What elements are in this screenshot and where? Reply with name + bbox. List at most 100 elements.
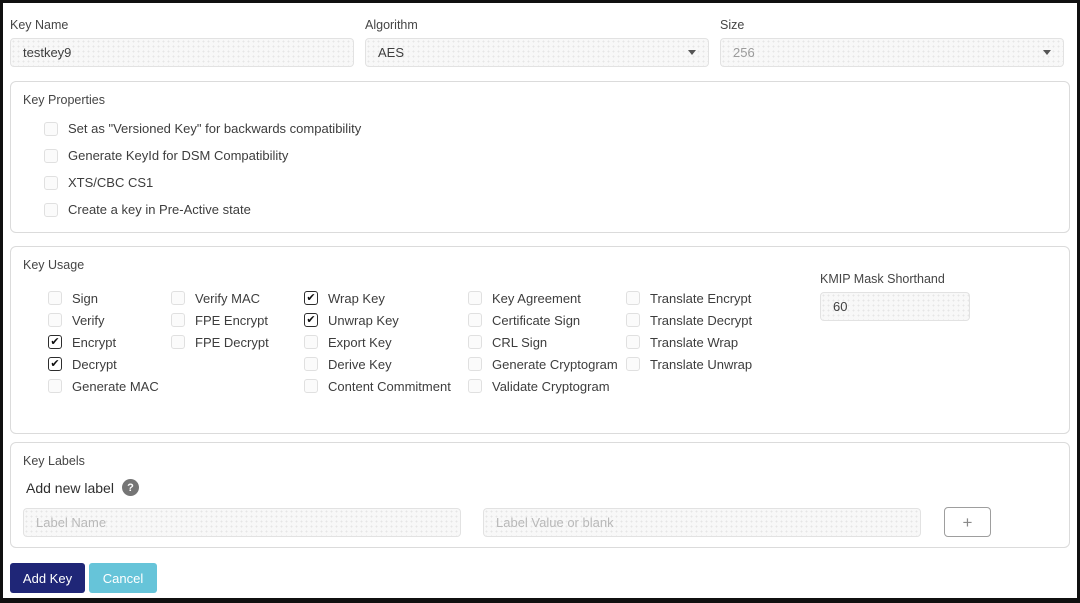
- kmip-mask-group: KMIP Mask Shorthand: [820, 272, 970, 321]
- checkbox-crl-sign[interactable]: CRL Sign: [468, 334, 626, 350]
- checkbox-xts-cbc-cs1[interactable]: XTS/CBC CS1: [44, 174, 1057, 191]
- checkbox-label: XTS/CBC CS1: [68, 175, 153, 190]
- checkbox-encrypt[interactable]: ✔Encrypt: [48, 334, 171, 350]
- checkbox-label: Decrypt: [72, 357, 117, 372]
- key-name-label: Key Name: [10, 18, 354, 32]
- checkbox-generate-cryptogram[interactable]: Generate Cryptogram: [468, 356, 626, 372]
- key-usage-section: Key Usage SignVerify✔Encrypt✔DecryptGene…: [10, 246, 1070, 434]
- checkbox-certificate-sign[interactable]: Certificate Sign: [468, 312, 626, 328]
- checked-checkbox-icon[interactable]: ✔: [48, 357, 62, 371]
- unchecked-checkbox-icon[interactable]: [304, 357, 318, 371]
- unchecked-checkbox-icon[interactable]: [626, 313, 640, 327]
- algorithm-dropdown[interactable]: AES: [365, 38, 709, 67]
- checkbox-validate-cryptogram[interactable]: Validate Cryptogram: [468, 378, 626, 394]
- checkbox-label: Generate KeyId for DSM Compatibility: [68, 148, 288, 163]
- checked-checkbox-icon[interactable]: ✔: [304, 313, 318, 327]
- checkbox-translate-unwrap[interactable]: Translate Unwrap: [626, 356, 766, 372]
- algorithm-label: Algorithm: [365, 18, 709, 32]
- label-value-input[interactable]: [483, 508, 921, 537]
- algorithm-selected-value: AES: [378, 45, 688, 60]
- checkbox-sign[interactable]: Sign: [48, 290, 171, 306]
- size-dropdown[interactable]: 256: [720, 38, 1064, 67]
- checkbox-fpe-encrypt[interactable]: FPE Encrypt: [171, 312, 304, 328]
- checkbox-label: Wrap Key: [328, 291, 385, 306]
- unchecked-checkbox-icon[interactable]: [48, 313, 62, 327]
- unchecked-checkbox-icon[interactable]: [44, 176, 58, 190]
- top-fields-row: Key Name Algorithm AES Size 256: [10, 18, 1070, 67]
- checkbox-label: Content Commitment: [328, 379, 451, 394]
- unchecked-checkbox-icon[interactable]: [44, 122, 58, 136]
- unchecked-checkbox-icon[interactable]: [468, 291, 482, 305]
- unchecked-checkbox-icon[interactable]: [44, 149, 58, 163]
- checkbox-create-a-key-in-pre-active-state[interactable]: Create a key in Pre-Active state: [44, 201, 1057, 218]
- checkbox-key-agreement[interactable]: Key Agreement: [468, 290, 626, 306]
- checkbox-label: Set as "Versioned Key" for backwards com…: [68, 121, 361, 136]
- unchecked-checkbox-icon[interactable]: [626, 357, 640, 371]
- label-inputs-row: +: [23, 507, 1057, 537]
- size-field-group: Size 256: [720, 18, 1064, 67]
- checkbox-label: Generate MAC: [72, 379, 159, 394]
- checkbox-decrypt[interactable]: ✔ Decrypt: [48, 356, 171, 372]
- checkbox-export-key[interactable]: Export Key: [304, 334, 468, 350]
- unchecked-checkbox-icon[interactable]: [44, 203, 58, 217]
- kmip-mask-label: KMIP Mask Shorthand: [820, 272, 970, 286]
- checkbox-translate-encrypt[interactable]: Translate Encrypt: [626, 290, 766, 306]
- add-label-button[interactable]: +: [944, 507, 991, 537]
- checkbox-generate-mac[interactable]: Generate MAC: [48, 378, 171, 394]
- checkbox-generate-keyid-for-dsm-compatibility[interactable]: Generate KeyId for DSM Compatibility: [44, 147, 1057, 164]
- add-new-label-text: Add new label: [26, 480, 114, 496]
- key-usage-column-3: ✔ Wrap Key ✔ Unwrap Key Export Key Derive Key…: [304, 290, 468, 400]
- help-question-icon[interactable]: ?: [122, 479, 139, 496]
- unchecked-checkbox-icon[interactable]: [626, 291, 640, 305]
- checkbox-label: Generate Cryptogram: [492, 357, 618, 372]
- checkbox-translate-decrypt[interactable]: Translate Decrypt: [626, 312, 766, 328]
- checkbox-fpe-decrypt[interactable]: FPE Decrypt: [171, 334, 304, 350]
- checkbox-label: CRL Sign: [492, 335, 547, 350]
- cancel-button[interactable]: Cancel: [89, 563, 157, 593]
- unchecked-checkbox-icon[interactable]: [304, 379, 318, 393]
- checkbox-label: Key Agreement: [492, 291, 581, 306]
- unchecked-checkbox-icon[interactable]: [468, 313, 482, 327]
- checkbox-label: Verify: [72, 313, 105, 328]
- checkbox-label: Export Key: [328, 335, 392, 350]
- key-name-input[interactable]: [10, 38, 354, 67]
- unchecked-checkbox-icon[interactable]: [48, 379, 62, 393]
- checkbox-label: Unwrap Key: [328, 313, 399, 328]
- checkbox-label: Sign: [72, 291, 98, 306]
- unchecked-checkbox-icon[interactable]: [468, 357, 482, 371]
- unchecked-checkbox-icon[interactable]: [626, 335, 640, 349]
- checkbox-translate-wrap[interactable]: Translate Wrap: [626, 334, 766, 350]
- checkbox-verify[interactable]: Verify: [48, 312, 171, 328]
- create-key-form: Key Name Algorithm AES Size 256 Key Prop…: [0, 0, 1080, 603]
- key-usage-title: Key Usage: [23, 258, 1057, 272]
- add-key-button[interactable]: Add Key: [10, 563, 85, 593]
- unchecked-checkbox-icon[interactable]: [468, 379, 482, 393]
- checkbox-derive-key[interactable]: Derive Key: [304, 356, 468, 372]
- checkbox-label: Create a key in Pre-Active state: [68, 202, 251, 217]
- unchecked-checkbox-icon[interactable]: [48, 291, 62, 305]
- key-usage-columns: SignVerify✔Encrypt✔DecryptGenerate MAC V…: [48, 290, 766, 400]
- unchecked-checkbox-icon[interactable]: [171, 335, 185, 349]
- kmip-mask-input[interactable]: [820, 292, 970, 321]
- label-name-input[interactable]: [23, 508, 461, 537]
- checkbox-wrap-key[interactable]: ✔ Wrap Key: [304, 290, 468, 306]
- checked-checkbox-icon[interactable]: ✔: [304, 291, 318, 305]
- checkbox-label: Certificate Sign: [492, 313, 580, 328]
- checkbox-label: Validate Cryptogram: [492, 379, 610, 394]
- algorithm-field-group: Algorithm AES: [365, 18, 709, 67]
- checkbox-unwrap-key[interactable]: ✔ Unwrap Key: [304, 312, 468, 328]
- checkbox-content-commitment[interactable]: Content Commitment: [304, 378, 468, 394]
- checked-checkbox-icon[interactable]: ✔: [48, 335, 62, 349]
- chevron-down-icon: [688, 50, 696, 55]
- add-new-label-row: Add new label ?: [26, 479, 1057, 496]
- unchecked-checkbox-icon[interactable]: [304, 335, 318, 349]
- checkbox-label: Verify MAC: [195, 291, 260, 306]
- checkbox-set-as-versioned-key-for-backwards-compatibility[interactable]: Set as "Versioned Key" for backwards com…: [44, 120, 1057, 137]
- checkbox-verify-mac[interactable]: Verify MAC: [171, 290, 304, 306]
- unchecked-checkbox-icon[interactable]: [171, 313, 185, 327]
- checkbox-label: Translate Wrap: [650, 335, 738, 350]
- checkbox-label: Derive Key: [328, 357, 392, 372]
- key-usage-body: SignVerify✔Encrypt✔DecryptGenerate MAC V…: [23, 272, 1057, 400]
- unchecked-checkbox-icon[interactable]: [171, 291, 185, 305]
- unchecked-checkbox-icon[interactable]: [468, 335, 482, 349]
